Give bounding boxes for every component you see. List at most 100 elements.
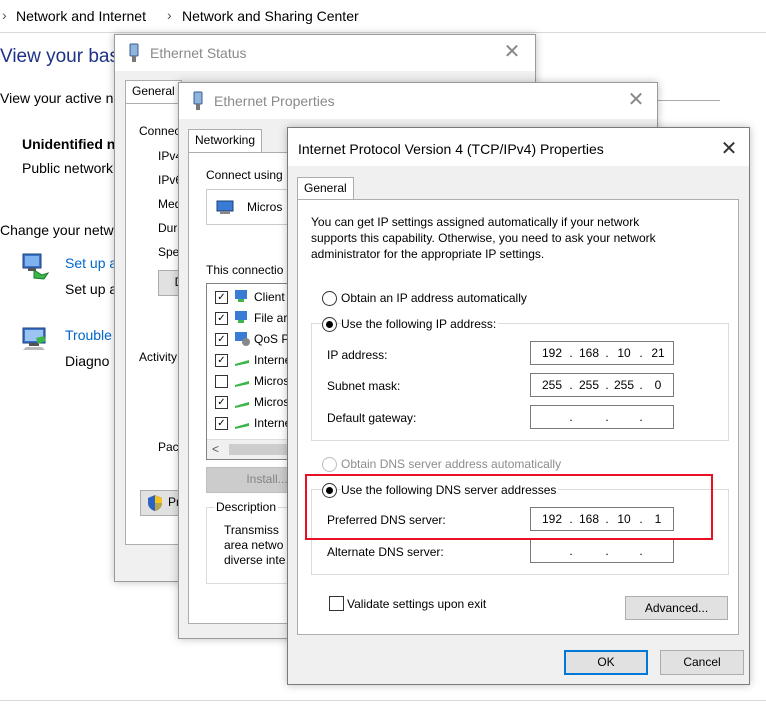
description-line: Transmiss	[224, 523, 279, 537]
tab-general-label: General	[304, 181, 347, 195]
items-label: This connectio	[206, 263, 284, 277]
uac-shield-icon	[148, 495, 162, 511]
default-gateway-label: Default gateway:	[327, 411, 417, 425]
list-item-label: Interne	[254, 353, 292, 367]
use-ip-label[interactable]: Use the following IP address:	[341, 317, 499, 331]
close-icon[interactable]: ✕	[625, 89, 647, 111]
network-setup-icon	[22, 253, 50, 280]
obtain-ip-auto-radio[interactable]	[322, 291, 337, 306]
client-icon	[235, 290, 247, 302]
ip-dot: .	[605, 544, 609, 558]
ethernet-properties-titlebar: Ethernet Properties ✕	[179, 83, 657, 119]
ethernet-status-title: Ethernet Status	[150, 45, 247, 61]
list-item-label: File ar	[254, 311, 288, 325]
close-icon[interactable]: ✕	[718, 138, 740, 160]
use-ip-radio[interactable]	[322, 317, 337, 332]
ip-dot: .	[569, 346, 573, 360]
ip-address-label: IP address:	[327, 348, 388, 362]
troubleshoot-icon	[22, 327, 46, 350]
list-item-label: QoS P	[254, 332, 290, 346]
connection-group-label: Connec	[139, 124, 181, 138]
subnet-mask-input[interactable]: 255. 255. 255. 0	[530, 373, 674, 397]
list-item-label: Micros	[254, 374, 290, 388]
alternate-dns-input[interactable]: . . .	[530, 539, 674, 563]
setup-connection-desc: Set up a	[65, 281, 118, 297]
list-item-label: Micros	[254, 395, 290, 409]
ip-octet: 255	[541, 378, 563, 392]
item-checkbox[interactable]: ✓	[215, 396, 228, 409]
breadcrumb-bar: › Network and Internet › Network and Sha…	[0, 0, 766, 33]
ip-octet: 21	[651, 346, 665, 360]
ipv4-titlebar: Internet Protocol Version 4 (TCP/IPv4) P…	[288, 128, 749, 166]
protocol-icon	[235, 381, 249, 387]
obtain-dns-auto-radio[interactable]	[322, 457, 337, 472]
scroll-left-icon[interactable]: <	[212, 442, 219, 456]
item-checkbox[interactable]: ✓	[215, 333, 228, 346]
intro-text-line: You can get IP settings assigned automat…	[311, 215, 640, 229]
breadcrumb-sharing-center[interactable]: Network and Sharing Center	[182, 8, 359, 24]
ip-octet: 255	[578, 378, 600, 392]
ip-dot: .	[605, 410, 609, 424]
tab-general-label: General	[132, 84, 175, 98]
ok-button[interactable]: OK	[564, 650, 648, 675]
item-checkbox[interactable]: ✓	[215, 291, 228, 304]
install-button-label: Install...	[246, 472, 288, 486]
validate-checkbox[interactable]	[329, 596, 344, 611]
breadcrumb-separator-icon: ›	[2, 7, 7, 23]
protocol-icon	[235, 402, 249, 408]
dns-highlight-box	[305, 474, 713, 540]
cancel-button-label: Cancel	[683, 655, 721, 669]
setup-connection-link[interactable]: Set up a	[65, 255, 117, 271]
network-name: Unidentified n	[22, 136, 116, 152]
description-line: diverse inte	[224, 553, 286, 567]
protocol-icon	[235, 423, 249, 429]
list-item-label: Interne	[254, 416, 292, 430]
ip-octet: 168	[578, 346, 600, 360]
network-adapter-icon	[216, 200, 234, 214]
close-icon[interactable]: ✕	[501, 41, 523, 63]
obtain-ip-auto-label[interactable]: Obtain an IP address automatically	[341, 291, 527, 305]
ip-octet: 192	[541, 346, 563, 360]
network-type: Public network	[22, 160, 114, 176]
ipv4-title: Internet Protocol Version 4 (TCP/IPv4) P…	[298, 141, 604, 157]
ethernet-cable-icon	[129, 43, 139, 62]
tab-networking-label: Networking	[195, 133, 256, 147]
troubleshoot-desc: Diagno	[65, 353, 110, 369]
validate-label[interactable]: Validate settings upon exit	[347, 597, 486, 611]
troubleshoot-link[interactable]: Trouble	[65, 327, 112, 343]
intro-text-line: administrator for the appropriate IP set…	[311, 247, 545, 261]
subnet-mask-label: Subnet mask:	[327, 379, 401, 393]
advanced-button[interactable]: Advanced...	[625, 596, 728, 620]
alternate-dns-label: Alternate DNS server:	[327, 545, 444, 559]
activity-group-label: Activity	[139, 350, 178, 364]
ok-button-label: OK	[597, 655, 615, 669]
ip-octet: 255	[613, 378, 635, 392]
divider	[656, 100, 720, 101]
adapter-name: Micros	[247, 200, 283, 214]
default-gateway-input[interactable]: . . .	[530, 405, 674, 429]
obtain-dns-auto-label[interactable]: Obtain DNS server address automatically	[341, 457, 561, 471]
ip-dot: .	[639, 544, 643, 558]
ip-octet: 10	[617, 346, 631, 360]
ethernet-status-titlebar: Ethernet Status ✕	[115, 35, 535, 71]
item-checkbox[interactable]: ✓	[215, 312, 228, 325]
ethernet-cable-icon	[193, 91, 203, 110]
item-checkbox[interactable]: ✓	[215, 354, 228, 367]
ip-dot: .	[569, 544, 573, 558]
ipv4-properties-dialog: Internet Protocol Version 4 (TCP/IPv4) P…	[287, 127, 750, 685]
file-sharing-icon	[235, 311, 247, 323]
change-settings-label: Change your netw	[0, 222, 114, 238]
intro-text-line: supports this capability. Otherwise, you…	[311, 231, 656, 245]
ip-dot: .	[639, 410, 643, 424]
ip-dot: .	[639, 346, 643, 360]
status-row-speed: Spe	[158, 245, 180, 259]
protocol-icon	[235, 360, 249, 366]
breadcrumb-network-internet[interactable]: Network and Internet	[16, 8, 146, 24]
ip-address-input[interactable]: 192. 168. 10. 21	[530, 341, 674, 365]
item-checkbox[interactable]: ✓	[215, 417, 228, 430]
cancel-button[interactable]: Cancel	[660, 650, 744, 675]
item-checkbox[interactable]	[215, 375, 228, 388]
list-item-label: Client	[254, 290, 285, 304]
description-label: Description	[214, 500, 279, 514]
page-heading: View your bas	[0, 46, 119, 67]
